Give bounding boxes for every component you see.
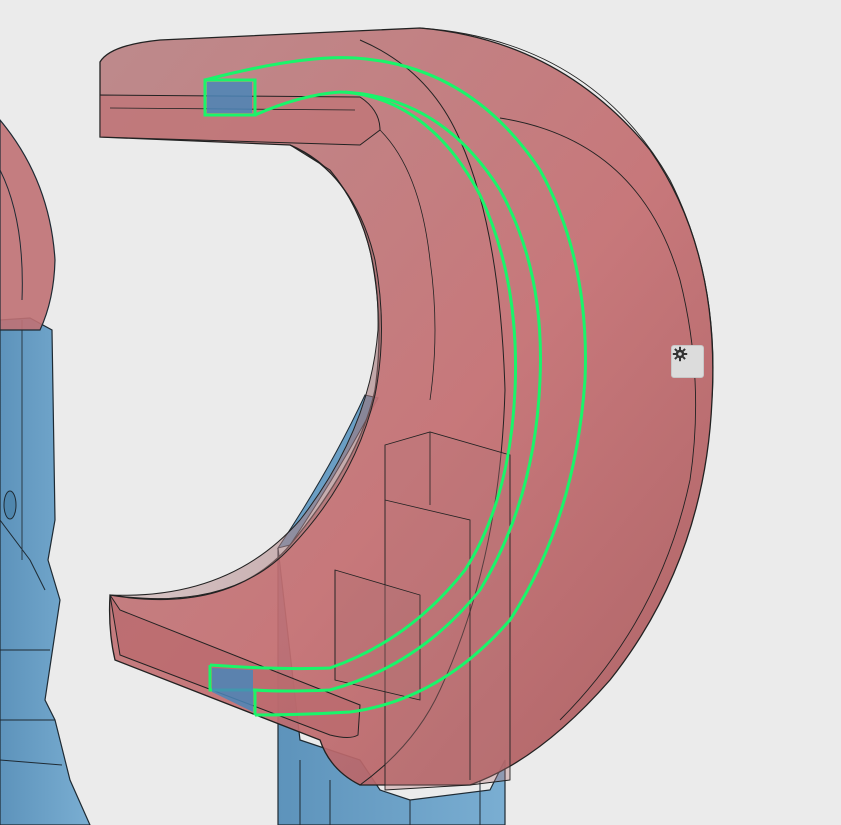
left-red-part[interactable] <box>0 119 56 331</box>
left-blue-part[interactable] <box>0 317 91 825</box>
red-c-part[interactable] <box>99 27 714 791</box>
settings-button[interactable] <box>671 345 704 378</box>
gear-icon <box>672 346 688 362</box>
cad-viewport[interactable] <box>0 0 841 825</box>
model-render[interactable] <box>0 0 841 825</box>
